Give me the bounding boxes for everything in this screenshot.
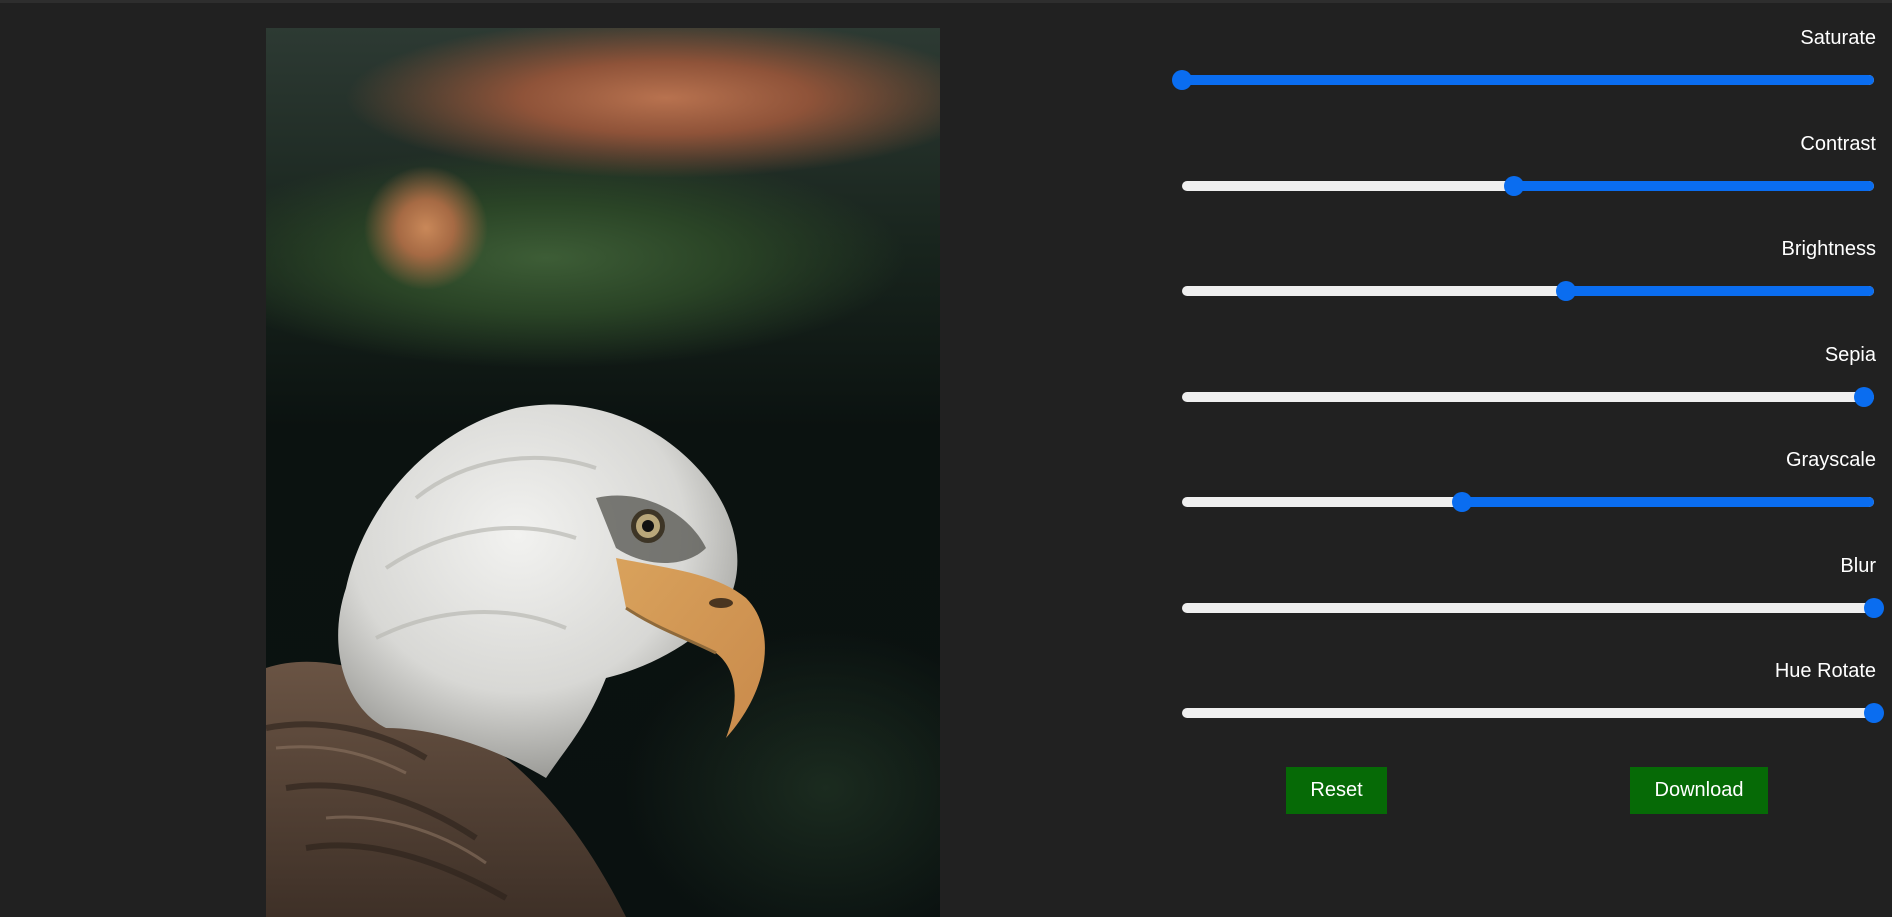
top-border [0,0,1892,3]
hue-rotate-slider[interactable] [1182,703,1884,723]
slider-thumb[interactable] [1864,598,1884,618]
slider-thumb[interactable] [1172,70,1192,90]
slider-fill [1462,497,1874,507]
hue-rotate-control: Hue Rotate [1180,659,1884,759]
slider-track [1182,392,1874,402]
slider-track [1182,603,1874,613]
brightness-label: Brightness [1781,238,1877,260]
brightness-slider[interactable] [1182,281,1874,301]
slider-thumb[interactable] [1504,176,1525,196]
blur-label: Blur [1840,555,1876,577]
sepia-control: Sepia [1180,343,1876,443]
slider-track [1182,708,1874,718]
slider-fill [1514,181,1874,191]
hue-rotate-label: Hue Rotate [1774,660,1876,682]
saturate-label: Saturate [1800,27,1876,49]
slider-thumb[interactable] [1853,387,1874,407]
grayscale-slider[interactable] [1182,492,1874,512]
blur-slider[interactable] [1182,598,1884,618]
contrast-slider[interactable] [1182,176,1874,196]
sepia-slider[interactable] [1182,387,1874,407]
download-button[interactable]: Download [1630,767,1768,814]
slider-thumb[interactable] [1556,281,1577,301]
contrast-control: Contrast [1180,132,1876,232]
blur-control: Blur [1180,554,1884,654]
grayscale-control: Grayscale [1180,448,1876,548]
saturate-control: Saturate [1172,26,1876,126]
slider-fill [1182,75,1874,85]
brightness-control: Brightness [1180,237,1876,337]
saturate-slider[interactable] [1172,70,1874,90]
slider-thumb[interactable] [1864,703,1884,723]
sepia-label: Sepia [1824,344,1876,366]
reset-button[interactable]: Reset [1286,767,1387,814]
contrast-label: Contrast [1800,133,1876,155]
eagle-illustration [266,404,765,917]
grayscale-label: Grayscale [1785,449,1876,471]
slider-thumb[interactable] [1452,492,1473,512]
slider-fill [1566,286,1874,296]
preview-image [266,28,940,917]
